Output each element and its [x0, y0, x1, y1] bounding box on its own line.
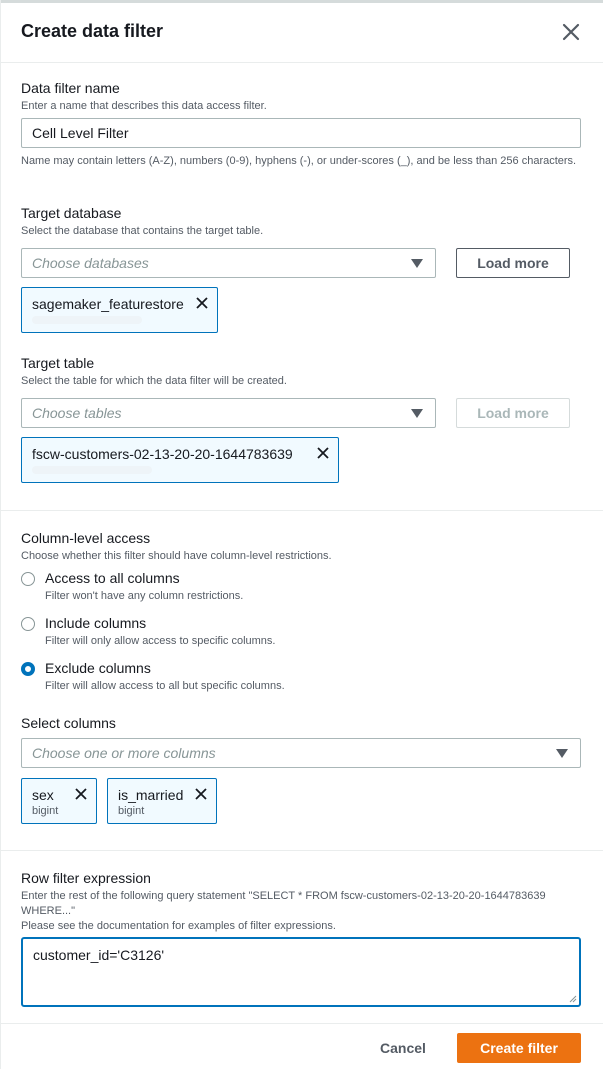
row-filter-value: customer_id='C3126': [33, 947, 165, 963]
filter-name-description: Enter a name that describes this data ac…: [21, 100, 267, 112]
database-select[interactable]: Choose databases: [21, 248, 436, 278]
column-token-sex: sex bigint: [21, 778, 97, 824]
database-token-name: sagemaker_featurestore: [32, 296, 184, 312]
row-filter-description: Enter the rest of the following query st…: [21, 890, 546, 917]
filter-name-hint: Name may contain letters (A-Z), numbers …: [21, 155, 577, 167]
columns-select[interactable]: Choose one or more columns: [21, 738, 581, 768]
filter-name-label: Data filter name: [21, 80, 120, 96]
redacted-text: [32, 466, 152, 474]
radio-include-columns[interactable]: [21, 617, 35, 631]
row-filter-textarea[interactable]: customer_id='C3126': [21, 937, 581, 1007]
remove-icon[interactable]: [74, 787, 88, 801]
column-token-name: is_married: [118, 787, 184, 803]
table-token: fscw-customers-02-13-20-20-1644783639: [21, 437, 339, 483]
cancel-button[interactable]: Cancel: [364, 1033, 442, 1063]
target-database-description: Select the database that contains the ta…: [21, 225, 264, 237]
radio-description-include: Filter will only allow access to specifi…: [45, 635, 276, 647]
redacted-text: [32, 316, 142, 324]
column-token-type: bigint: [118, 805, 145, 817]
remove-icon[interactable]: [195, 296, 209, 310]
columns-select-placeholder: Choose one or more columns: [32, 745, 216, 761]
column-access-label: Column-level access: [21, 530, 151, 546]
select-columns-label: Select columns: [21, 715, 116, 731]
table-token-name: fscw-customers-02-13-20-20-1644783639: [32, 446, 293, 462]
radio-label-exclude: Exclude columns: [45, 660, 151, 676]
radio-access-all-columns[interactable]: [21, 572, 35, 586]
database-select-placeholder: Choose databases: [32, 255, 149, 271]
radio-description-exclude: Filter will allow access to all but spec…: [45, 680, 285, 692]
radio-description-access-all: Filter won't have any column restriction…: [45, 590, 244, 602]
footer-divider: [1, 1023, 603, 1024]
filter-name-input[interactable]: Cell Level Filter: [21, 118, 581, 148]
remove-icon[interactable]: [194, 787, 208, 801]
target-database-label: Target database: [21, 205, 122, 221]
caret-down-icon: [411, 259, 423, 268]
remove-icon[interactable]: [316, 446, 330, 460]
column-token-name: sex: [32, 787, 54, 803]
create-data-filter-modal: Create data filter Data filter name Ente…: [0, 0, 603, 1069]
section-divider: [1, 850, 603, 851]
database-load-more-button[interactable]: Load more: [456, 248, 570, 278]
table-select[interactable]: Choose tables: [21, 398, 436, 428]
radio-exclude-columns[interactable]: [21, 662, 35, 676]
radio-label-include: Include columns: [45, 615, 147, 631]
column-token-type: bigint: [32, 805, 59, 817]
target-table-label: Target table: [21, 355, 95, 371]
row-filter-doc-note: Please see the documentation for example…: [21, 920, 336, 932]
column-access-description: Choose whether this filter should have c…: [21, 550, 332, 562]
close-icon[interactable]: [560, 21, 582, 43]
modal-title: Create data filter: [21, 21, 164, 41]
target-table-description: Select the table for which the data filt…: [21, 375, 287, 387]
radio-label-access-all: Access to all columns: [45, 570, 180, 586]
database-token: sagemaker_featurestore: [21, 287, 218, 333]
column-token-is-married: is_married bigint: [107, 778, 217, 824]
caret-down-icon: [556, 749, 568, 758]
section-divider: [1, 510, 603, 511]
create-filter-button[interactable]: Create filter: [457, 1033, 581, 1063]
caret-down-icon: [411, 409, 423, 418]
row-filter-label: Row filter expression: [21, 870, 151, 886]
modal-header: Create data filter: [1, 3, 603, 63]
table-select-placeholder: Choose tables: [32, 405, 122, 421]
table-load-more-button[interactable]: Load more: [456, 398, 570, 428]
resize-grip-icon[interactable]: [569, 995, 577, 1003]
